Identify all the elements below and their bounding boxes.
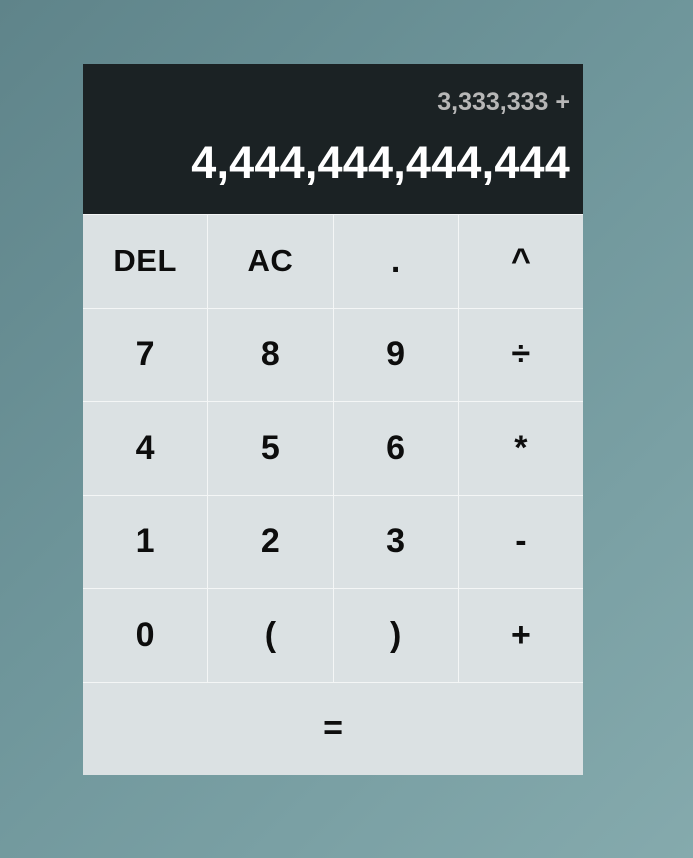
- digit-1-button[interactable]: 1: [83, 495, 208, 588]
- digit-0-button[interactable]: 0: [83, 589, 208, 682]
- close-parenthesis-button[interactable]: ): [333, 589, 458, 682]
- digit-9-button[interactable]: 9: [333, 308, 458, 401]
- delete-button[interactable]: DEL: [83, 215, 208, 308]
- power-button[interactable]: ^: [458, 215, 583, 308]
- subtract-button[interactable]: -: [458, 495, 583, 588]
- all-clear-button[interactable]: AC: [208, 215, 333, 308]
- equals-button[interactable]: =: [83, 682, 583, 775]
- previous-operand: 3,333,333 +: [437, 88, 570, 116]
- add-button[interactable]: +: [458, 589, 583, 682]
- calculator-display: 3,333,333 + 4,444,444,444,444: [83, 64, 583, 214]
- digit-7-button[interactable]: 7: [83, 308, 208, 401]
- digit-5-button[interactable]: 5: [208, 402, 333, 495]
- multiply-button[interactable]: *: [458, 402, 583, 495]
- calculator: 3,333,333 + 4,444,444,444,444 DEL AC . ^…: [83, 64, 583, 775]
- digit-3-button[interactable]: 3: [333, 495, 458, 588]
- current-operand: 4,444,444,444,444: [191, 137, 570, 188]
- divide-button[interactable]: ÷: [458, 308, 583, 401]
- digit-2-button[interactable]: 2: [208, 495, 333, 588]
- open-parenthesis-button[interactable]: (: [208, 589, 333, 682]
- digit-8-button[interactable]: 8: [208, 308, 333, 401]
- digit-6-button[interactable]: 6: [333, 402, 458, 495]
- digit-4-button[interactable]: 4: [83, 402, 208, 495]
- decimal-button[interactable]: .: [333, 215, 458, 308]
